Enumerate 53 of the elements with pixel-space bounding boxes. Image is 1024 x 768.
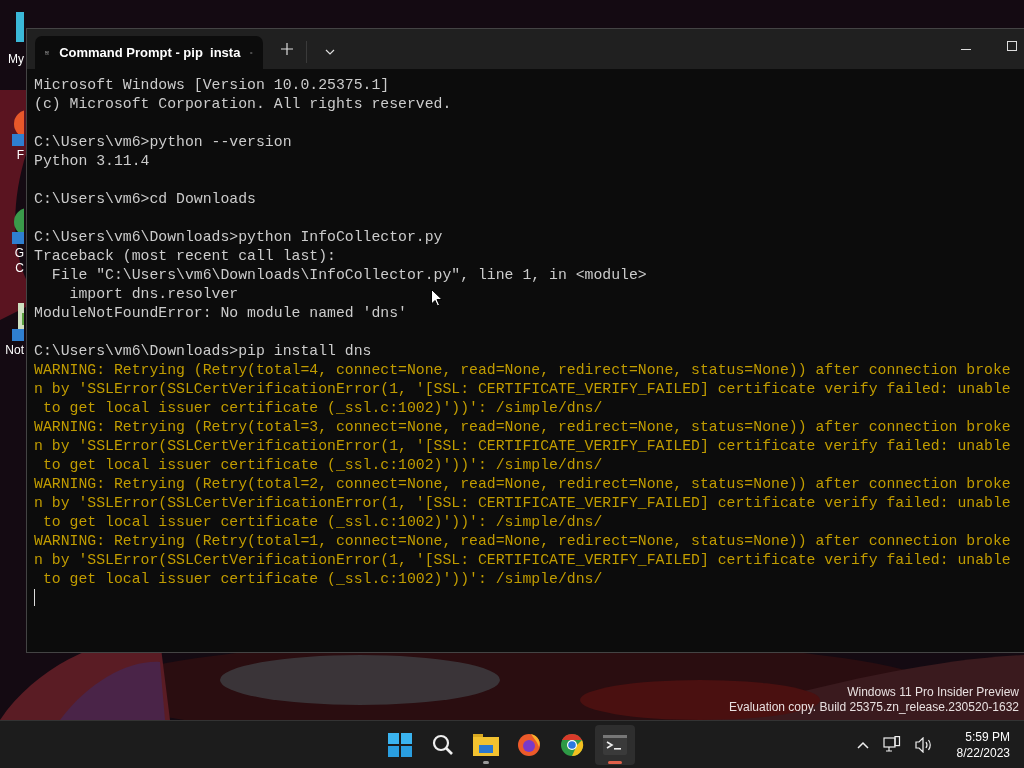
console-line: WARNING: Retrying (Retry(total=1, connect=None, read=None, redirect=None, status=None)) after connection broke: [34, 532, 1011, 551]
clock-date[interactable]: 8/22/2023: [956, 744, 1010, 761]
console-line: C:\Users\vm6>cd Downloads: [34, 190, 256, 209]
console-line: C:\Users\vm6\Downloads>pip install dns: [34, 342, 372, 361]
browser-icon: [560, 732, 584, 757]
watermark-text: Evaluation copy. Build 25375.zn_release.230520-1632: [729, 700, 1019, 715]
desktop-icon-label: Not: [5, 343, 24, 358]
console-line: C:\Users\vm6>python --version: [34, 133, 292, 152]
folder-icon: [473, 733, 499, 756]
browser-icon: [517, 732, 541, 757]
new-tab-icon[interactable]: [281, 43, 293, 55]
pointer-icon: [431, 289, 443, 307]
desktop-icon-label: F: [16, 148, 24, 163]
console-line: n by 'SSLError(SSLCertVerificationError(1, '[SSL: CERTIFICATE_VERIFY_FAILED] certificate verify failed: unable: [34, 551, 1011, 570]
console-line: to get local issuer certificate (_ssl.c:1002)'))': /simple/dns/: [41, 456, 603, 475]
console-line: File "C:\Users\vm6\Downloads\InfoCollector.py", line 1, in <module>: [50, 266, 647, 285]
maximize-icon[interactable]: [1007, 41, 1017, 51]
console-line: to get local issuer certificate (_ssl.c:1002)'))': /simple/dns/: [41, 570, 603, 589]
speaker-icon[interactable]: [914, 736, 933, 753]
text-cursor: [34, 589, 35, 606]
terminal-icon: [603, 734, 627, 755]
windows-icon: [388, 732, 412, 757]
console-line: WARNING: Retrying (Retry(total=4, connect=None, read=None, redirect=None, status=None)) after connection broke: [34, 361, 1011, 380]
console-line: C:\Users\vm6\Downloads>python InfoCollector.py: [34, 228, 443, 247]
console-line: Python 3.11.4: [34, 152, 150, 171]
desktop-icon-label: G: [14, 246, 24, 261]
notepad-icon[interactable]: [12, 303, 24, 343]
network-icon[interactable]: [882, 735, 901, 754]
terminal-tab[interactable]: Command Prompt - pip insta: [35, 36, 263, 69]
desktop-icon-label: My: [8, 52, 24, 67]
browser-icon[interactable]: [12, 108, 24, 148]
watermark-text: Windows 11 Pro Insider Preview: [847, 685, 1019, 700]
console-line: to get local issuer certificate (_ssl.c:1002)'))': /simple/dns/: [41, 513, 603, 532]
taskbar-app[interactable]: [595, 724, 635, 765]
console-line: WARNING: Retrying (Retry(total=2, connect=None, read=None, redirect=None, status=None)) after connection broke: [34, 475, 1011, 494]
console-line: ModuleNotFoundError: No module named 'dns': [34, 304, 407, 323]
browser-icon[interactable]: [12, 206, 24, 246]
console-line: Traceback (most recent call last):: [34, 247, 336, 266]
console-line: n by 'SSLError(SSLCertVerificationError(1, '[SSL: CERTIFICATE_VERIFY_FAILED] certificate verify failed: unable: [34, 437, 1011, 456]
chevron-up-icon[interactable]: [856, 740, 869, 749]
console-line: (c) Microsoft Corporation. All rights reserved.: [34, 95, 452, 114]
console-line: WARNING: Retrying (Retry(total=3, connect=None, read=None, redirect=None, status=None)) after connection broke: [34, 418, 1011, 437]
console-line: Microsoft Windows [Version 10.0.25375.1]: [34, 76, 390, 95]
tab-title: Command Prompt - pip insta: [59, 45, 241, 60]
minimize-icon[interactable]: [961, 49, 971, 51]
console-line: to get local issuer certificate (_ssl.c:1002)'))': /simple/dns/: [41, 399, 603, 418]
console-line: import dns.resolver: [68, 285, 239, 304]
search-icon: [432, 733, 454, 756]
console-line: n by 'SSLError(SSLCertVerificationError(1, '[SSL: CERTIFICATE_VERIFY_FAILED] certificate verify failed: unable: [34, 380, 1011, 399]
clock-time[interactable]: 5:59 PM: [965, 728, 1010, 745]
desktop-icon-label: C: [15, 261, 24, 276]
dropdown-icon[interactable]: [325, 49, 335, 55]
console-line: n by 'SSLError(SSLCertVerificationError(1, '[SSL: CERTIFICATE_VERIFY_FAILED] certificate verify failed: unable: [34, 494, 1011, 513]
